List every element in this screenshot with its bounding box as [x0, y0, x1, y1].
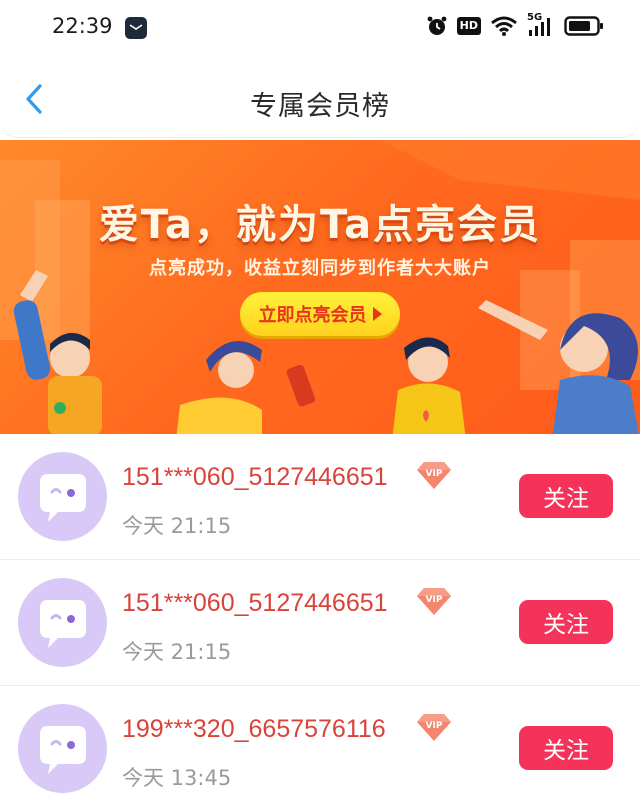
status-icons: HD 5G: [426, 12, 604, 38]
svg-text:VIP: VIP: [426, 721, 443, 731]
alarm-icon: [427, 16, 447, 35]
avatar[interactable]: [18, 704, 107, 793]
banner-illustration: [0, 140, 640, 434]
follow-button[interactable]: 关注: [519, 474, 613, 518]
banner-subtitle: 点亮成功，收益立刻同步到作者大大账户: [149, 258, 491, 279]
promo-banner[interactable]: 爱Ta，就为Ta点亮会员 点亮成功，收益立刻同步到作者大大账户 立即点亮会员: [0, 140, 640, 434]
list-item[interactable]: 151***060_5127446651 VIP 今天 21:15 关注: [0, 434, 640, 560]
app-header: 专属会员榜: [0, 56, 640, 138]
avatar[interactable]: [18, 452, 107, 541]
banner-title: 爱Ta，就为Ta点亮会员: [98, 202, 542, 248]
5g-signal-icon: 5G: [527, 12, 555, 38]
status-time: 22:39: [52, 14, 113, 38]
cta-label: 立即点亮会员: [258, 305, 367, 326]
vip-diamond-icon: VIP: [417, 462, 451, 489]
status-bar: 22:39 HD 5G: [0, 0, 640, 56]
chat-bubble-icon: [40, 600, 86, 648]
page-title: 专属会员榜: [250, 91, 390, 122]
chat-bubble-icon: [40, 726, 86, 774]
message-icon: [125, 17, 147, 39]
light-up-member-button[interactable]: 立即点亮会员: [240, 292, 400, 336]
vip-diamond-icon: VIP: [417, 714, 451, 741]
list-item[interactable]: 199***320_6657576116 VIP 今天 13:45 关注: [0, 686, 640, 811]
member-time: 今天 21:15: [122, 640, 232, 664]
follow-button[interactable]: 关注: [519, 600, 613, 644]
svg-text:VIP: VIP: [426, 469, 443, 479]
member-name: 151***060_5127446651: [122, 463, 388, 491]
avatar[interactable]: [18, 578, 107, 667]
member-name: 151***060_5127446651: [122, 589, 388, 617]
wifi-icon: [491, 16, 517, 36]
battery-icon: [564, 16, 603, 36]
member-time: 今天 13:45: [122, 766, 232, 790]
hd-icon: HD: [456, 17, 481, 35]
member-list: 151***060_5127446651 VIP 今天 21:15 关注 151…: [0, 434, 640, 811]
play-arrow-icon: [372, 307, 382, 321]
svg-text:VIP: VIP: [426, 595, 443, 605]
vip-diamond-icon: VIP: [417, 588, 451, 615]
member-name: 199***320_6657576116: [122, 715, 386, 743]
list-item[interactable]: 151***060_5127446651 VIP 今天 21:15 关注: [0, 560, 640, 686]
follow-button[interactable]: 关注: [519, 726, 613, 770]
member-time: 今天 21:15: [122, 514, 232, 538]
chat-bubble-icon: [40, 474, 86, 522]
